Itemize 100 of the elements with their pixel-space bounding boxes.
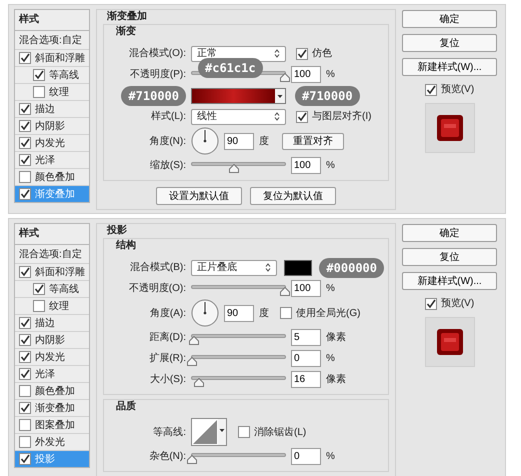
- style-list-item[interactable]: 斜面和浮雕: [15, 49, 89, 66]
- field-label: 扩展(R):: [148, 352, 186, 366]
- default-button[interactable]: 设置为默认值: [156, 187, 242, 205]
- checkbox[interactable]: [19, 171, 31, 183]
- check-icon: [20, 454, 30, 464]
- color-swatch[interactable]: [284, 260, 312, 276]
- number-field[interactable]: 90: [224, 304, 254, 322]
- slider-thumb[interactable]: [280, 72, 290, 82]
- dialog-button[interactable]: 新建样式(W)...: [402, 58, 497, 76]
- style-list-item[interactable]: 外发光: [15, 433, 89, 450]
- section-title: 投影: [107, 224, 128, 238]
- reset-align-button[interactable]: 重置对齐: [282, 132, 344, 150]
- checkbox[interactable]: [424, 84, 437, 96]
- style-list-item[interactable]: 光泽: [15, 151, 89, 168]
- updown-arrow-icon: [274, 112, 280, 121]
- layer-preview-drawing: [436, 328, 464, 356]
- style-list-item[interactable]: 纹理: [15, 297, 89, 314]
- style-list-item[interactable]: 纹理: [15, 83, 89, 100]
- checkbox[interactable]: [19, 334, 31, 346]
- checkbox[interactable]: [238, 426, 250, 438]
- style-list-item[interactable]: 光泽: [15, 365, 89, 382]
- checkbox-label: 预览(V): [440, 297, 474, 311]
- checkbox[interactable]: [296, 48, 308, 60]
- dialog-button[interactable]: 复位: [402, 34, 497, 52]
- checkbox[interactable]: [280, 307, 292, 319]
- style-list-item[interactable]: 渐变叠加: [15, 399, 89, 416]
- style-list-item[interactable]: 图案叠加: [15, 416, 89, 433]
- checkbox[interactable]: [19, 120, 31, 132]
- number-field[interactable]: 90: [224, 132, 254, 150]
- checkbox[interactable]: [19, 103, 31, 115]
- number-field[interactable]: 100: [291, 157, 321, 174]
- style-list-item[interactable]: 描边: [15, 100, 89, 117]
- checkbox[interactable]: [19, 368, 31, 380]
- number-field[interactable]: 100: [291, 66, 321, 83]
- unit-label: %: [326, 450, 335, 464]
- check-icon: [20, 403, 30, 413]
- checkbox[interactable]: [33, 283, 45, 295]
- check-icon: [20, 189, 30, 199]
- angle-dial[interactable]: [191, 127, 219, 155]
- dropdown[interactable]: 正片叠底: [191, 260, 277, 276]
- checkbox[interactable]: [19, 154, 31, 166]
- slider-thumb[interactable]: [228, 164, 239, 172]
- checkbox[interactable]: [33, 69, 45, 81]
- contour-picker[interactable]: [191, 418, 227, 446]
- checkbox[interactable]: [19, 188, 31, 200]
- updown-arrow-icon: [274, 49, 280, 58]
- field-label: 不透明度(O):: [128, 282, 186, 296]
- style-list-item[interactable]: 内发光: [15, 348, 89, 365]
- slider-thumb[interactable]: [188, 336, 199, 344]
- style-list-item[interactable]: 颜色叠加: [15, 382, 89, 399]
- style-list-item[interactable]: 等高线: [15, 280, 89, 297]
- field-label: 不透明度(P):: [128, 68, 186, 82]
- style-list-item[interactable]: 斜面和浮雕: [15, 263, 89, 280]
- number-field[interactable]: 0: [291, 448, 321, 465]
- dialog-button[interactable]: 确定: [402, 10, 497, 28]
- slider-thumb[interactable]: [280, 286, 290, 296]
- checkbox[interactable]: [19, 385, 31, 397]
- checkbox[interactable]: [296, 110, 308, 122]
- checkbox[interactable]: [19, 266, 31, 278]
- field-label: 样式(L):: [150, 110, 186, 124]
- slider-thumb[interactable]: [187, 454, 197, 464]
- check-icon: [426, 298, 436, 308]
- checkbox-label: 仿色: [312, 47, 332, 61]
- default-button[interactable]: 复位为默认值: [250, 187, 336, 205]
- checkbox[interactable]: [19, 453, 31, 465]
- style-list-item[interactable]: 等高线: [15, 66, 89, 83]
- style-list-item[interactable]: 颜色叠加: [15, 168, 89, 185]
- layer-preview-drawing: [436, 114, 464, 142]
- checkbox[interactable]: [19, 402, 31, 414]
- dialog-button[interactable]: 复位: [402, 248, 497, 266]
- slider-thumb[interactable]: [187, 356, 197, 366]
- contour-curve-icon: [192, 419, 218, 445]
- check-icon: [297, 112, 307, 122]
- number-field[interactable]: 16: [291, 371, 321, 388]
- check-icon: [426, 84, 436, 94]
- number-field[interactable]: 0: [291, 350, 321, 367]
- checkbox[interactable]: [424, 298, 437, 310]
- style-list-item[interactable]: 内阴影: [15, 331, 89, 348]
- checkbox[interactable]: [33, 300, 45, 312]
- style-list-item[interactable]: 描边: [15, 314, 89, 331]
- dropdown[interactable]: 线性: [191, 108, 286, 124]
- checkbox[interactable]: [19, 419, 31, 431]
- gradient-picker[interactable]: [191, 88, 286, 104]
- checkbox[interactable]: [19, 317, 31, 329]
- checkbox[interactable]: [19, 137, 31, 149]
- group-title: 渐变: [116, 25, 137, 39]
- number-field[interactable]: 100: [291, 280, 321, 297]
- checkbox[interactable]: [33, 86, 45, 98]
- checkbox-label: 使用全局光(G): [296, 306, 360, 320]
- checkbox[interactable]: [19, 351, 31, 363]
- style-list-item[interactable]: 内阴影: [15, 117, 89, 134]
- number-field[interactable]: 5: [291, 329, 321, 346]
- dialog-button[interactable]: 新建样式(W)...: [402, 272, 497, 290]
- checkbox[interactable]: [19, 52, 31, 64]
- checkbox[interactable]: [19, 436, 31, 448]
- unit-label: 度: [259, 306, 269, 320]
- dialog-button[interactable]: 确定: [402, 224, 497, 242]
- slider-thumb[interactable]: [194, 378, 204, 386]
- style-list-item[interactable]: 内发光: [15, 134, 89, 151]
- angle-dial[interactable]: [191, 299, 219, 327]
